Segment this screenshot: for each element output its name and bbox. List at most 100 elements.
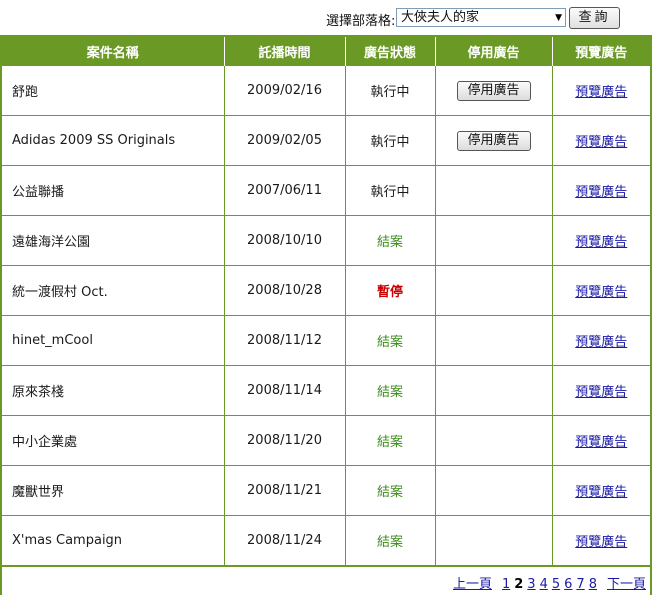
- preview-ad-cell-text[interactable]: 預覽廣告: [575, 535, 627, 550]
- dropdown-arrow-icon: ▼: [555, 13, 562, 23]
- preview-ad-cell: 預覽廣告: [551, 215, 650, 266]
- broadcast-date-cell-text: 2009/02/05: [247, 133, 322, 148]
- preview-ad-cell-text[interactable]: 預覽廣告: [575, 335, 627, 350]
- table-row: X'mas Campaign 2008/11/24 結案 預覽廣告: [2, 515, 650, 565]
- preview-ad-cell-text[interactable]: 預覽廣告: [575, 385, 627, 400]
- preview-ad-cell: 預覽廣告: [551, 515, 650, 565]
- ad-status-cell: 暫停: [344, 265, 435, 316]
- page-link[interactable]: 5: [552, 577, 560, 592]
- pagination: 上一頁 1 2 3 4 5 6 7 8 下一頁: [2, 565, 650, 597]
- table-row: 中小企業處 2008/11/20 結案 預覽廣告: [2, 415, 650, 466]
- campaign-name-cell: 遠雄海洋公園: [2, 215, 224, 266]
- preview-ad-cell-text[interactable]: 預覽廣告: [575, 285, 627, 300]
- blog-select-value: 大俠夫人的家: [401, 10, 480, 25]
- stop-ad-cell: [434, 215, 552, 266]
- table-row: 原來茶棧 2008/11/14 結案 預覽廣告: [2, 365, 650, 416]
- preview-ad-cell: 預覽廣告: [551, 465, 650, 516]
- preview-ad-cell: 預覽廣告: [551, 165, 650, 216]
- page-link[interactable]: 4: [540, 577, 548, 592]
- page-link[interactable]: 8: [589, 577, 597, 592]
- broadcast-date-cell-text: 2008/10/28: [247, 283, 322, 298]
- broadcast-date-cell: 2007/06/11: [223, 165, 345, 216]
- preview-ad-cell: 預覽廣告: [551, 265, 650, 316]
- broadcast-date-cell-text: 2009/02/16: [247, 83, 322, 98]
- preview-ad-cell-text[interactable]: 預覽廣告: [575, 185, 627, 200]
- ad-status-cell-text: 執行中: [370, 135, 410, 150]
- preview-ad-cell: 預覽廣告: [551, 65, 650, 116]
- broadcast-date-cell-text: 2007/06/11: [247, 183, 322, 198]
- stop-ad-cell: [434, 265, 552, 316]
- campaign-name-cell-text: hinet_mCool: [12, 333, 93, 348]
- campaign-name-cell: 原來茶棧: [2, 365, 224, 416]
- stop-ad-cell: [434, 515, 552, 565]
- campaign-name-cell: 魔獸世界: [2, 465, 224, 516]
- query-button[interactable]: 查詢: [569, 7, 620, 29]
- stop-ad-button[interactable]: 停用廣告: [456, 80, 531, 101]
- page-link[interactable]: 7: [576, 577, 584, 592]
- stop-ad-button[interactable]: 停用廣告: [456, 130, 531, 151]
- ad-status-cell: 結案: [344, 315, 435, 366]
- table-row: hinet_mCool 2008/11/12 結案 預覽廣告: [2, 315, 650, 366]
- page-link[interactable]: 1: [502, 577, 510, 592]
- broadcast-date-cell-text: 2008/11/24: [247, 533, 322, 548]
- preview-ad-cell: 預覽廣告: [551, 365, 650, 416]
- preview-ad-cell: 預覽廣告: [551, 415, 650, 466]
- stop-ad-cell: [434, 315, 552, 366]
- ad-status-cell-text: 結案: [376, 435, 403, 450]
- ad-status-cell-text: 執行中: [370, 85, 410, 100]
- broadcast-date-cell-text: 2008/11/21: [247, 483, 322, 498]
- campaign-name-cell-text: 公益聯播: [12, 185, 65, 200]
- blog-select[interactable]: 大俠夫人的家 ▼: [396, 8, 566, 27]
- ad-status-cell-text: 執行中: [370, 185, 410, 200]
- campaign-name-cell: 中小企業處: [2, 415, 224, 466]
- preview-ad-cell-text[interactable]: 預覽廣告: [575, 135, 627, 150]
- ad-status-cell: 結案: [344, 415, 435, 466]
- header-broadcast-date: 託播時間: [223, 37, 345, 66]
- stop-ad-cell: [434, 465, 552, 516]
- campaign-name-cell-text: Adidas 2009 SS Originals: [12, 133, 176, 148]
- preview-ad-cell-text[interactable]: 預覽廣告: [575, 485, 627, 500]
- prev-page-link[interactable]: 上一頁: [453, 577, 492, 592]
- page-link[interactable]: 6: [564, 577, 572, 592]
- broadcast-date-cell: 2008/11/12: [223, 315, 345, 366]
- next-page-link[interactable]: 下一頁: [607, 577, 646, 592]
- page-link[interactable]: 3: [527, 577, 535, 592]
- campaign-name-cell: X'mas Campaign: [2, 515, 224, 565]
- ad-status-cell: 執行中: [344, 165, 435, 216]
- table-row: Adidas 2009 SS Originals 2009/02/05 執行中 停用廣…: [2, 115, 650, 166]
- broadcast-date-cell-text: 2008/11/12: [247, 333, 322, 348]
- broadcast-date-cell: 2008/11/24: [223, 515, 345, 565]
- broadcast-date-cell-text: 2008/11/14: [247, 383, 322, 398]
- campaign-name-cell-text: 遠雄海洋公園: [12, 235, 91, 250]
- campaign-name-cell-text: 中小企業處: [12, 435, 78, 450]
- preview-ad-cell-text[interactable]: 預覽廣告: [575, 85, 627, 100]
- table-row: 舒跑 2009/02/16 執行中 停用廣告 預覽廣告: [2, 65, 650, 116]
- ad-status-cell-text: 結案: [376, 335, 403, 350]
- table-header-row: 案件名稱 託播時間 廣告狀態 停用廣告 預覽廣告: [2, 37, 650, 66]
- broadcast-date-cell: 2009/02/16: [223, 65, 345, 116]
- campaign-table: 案件名稱 託播時間 廣告狀態 停用廣告 預覽廣告 舒跑 2009/02/16 執行中…: [2, 37, 650, 565]
- broadcast-date-cell: 2008/11/14: [223, 365, 345, 416]
- header-preview-ad: 預覽廣告: [551, 37, 650, 66]
- campaign-name-cell: 舒跑: [2, 65, 224, 116]
- broadcast-date-cell-text: 2008/11/20: [247, 433, 322, 448]
- broadcast-date-cell-text: 2008/10/10: [247, 233, 322, 248]
- ad-status-cell: 結案: [344, 515, 435, 565]
- campaign-table-frame: 案件名稱 託播時間 廣告狀態 停用廣告 預覽廣告 舒跑 2009/02/16 執行中…: [0, 35, 652, 595]
- campaign-name-cell: Adidas 2009 SS Originals: [2, 115, 224, 166]
- header-campaign-name: 案件名稱: [2, 37, 224, 66]
- stop-ad-cell: 停用廣告: [434, 65, 552, 116]
- ad-status-cell-text: 暫停: [376, 285, 403, 300]
- broadcast-date-cell: 2009/02/05: [223, 115, 345, 166]
- preview-ad-cell-text[interactable]: 預覽廣告: [575, 235, 627, 250]
- broadcast-date-cell: 2008/11/21: [223, 465, 345, 516]
- campaign-name-cell: 統一渡假村 Oct.: [2, 265, 224, 316]
- campaign-name-cell-text: 魔獸世界: [12, 485, 65, 500]
- stop-ad-cell: [434, 415, 552, 466]
- preview-ad-cell-text[interactable]: 預覽廣告: [575, 435, 627, 450]
- stop-ad-cell: 停用廣告: [434, 115, 552, 166]
- campaign-name-cell-text: 統一渡假村 Oct.: [12, 285, 108, 300]
- filter-bar: 選擇部落格: 大俠夫人的家 ▼ 查詢: [0, 0, 652, 36]
- ad-status-cell-text: 結案: [376, 385, 403, 400]
- ad-status-cell: 結案: [344, 465, 435, 516]
